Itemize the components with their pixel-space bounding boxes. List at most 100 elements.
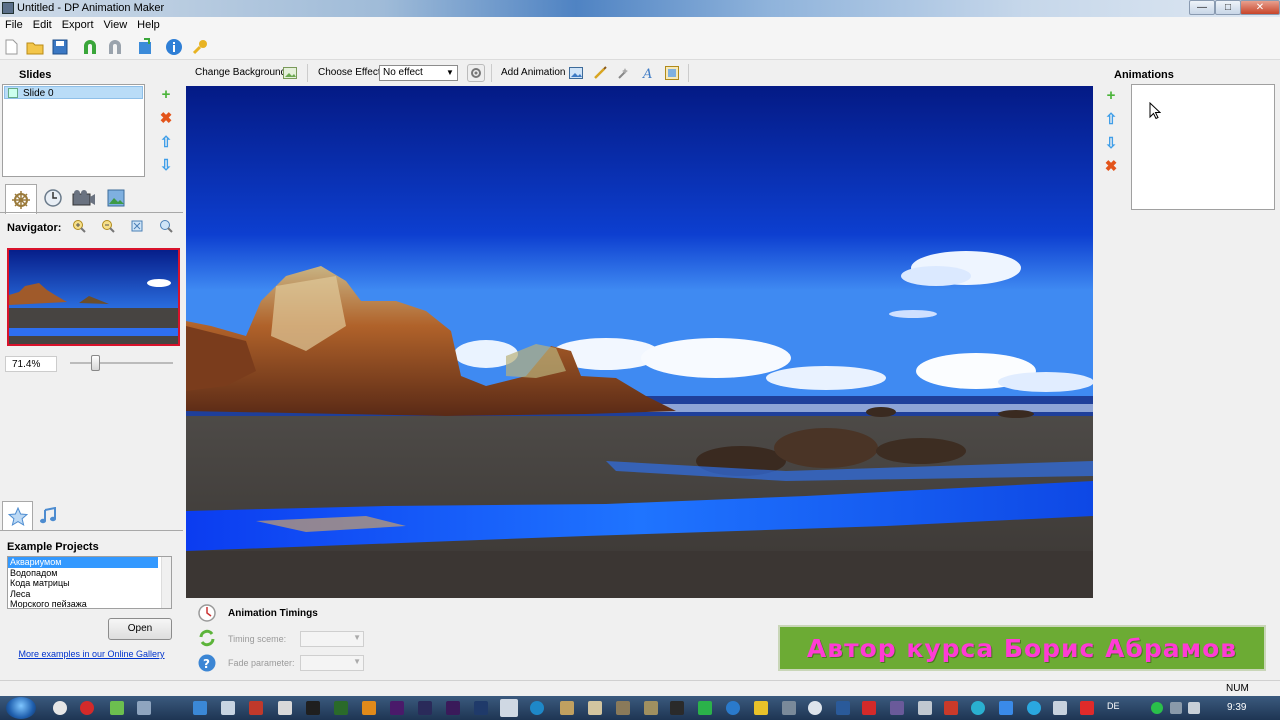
maximize-button[interactable]: □ <box>1215 0 1241 15</box>
text-icon[interactable]: A <box>640 65 656 81</box>
menu-view[interactable]: View <box>99 17 133 31</box>
taskbar-app-icon[interactable] <box>698 701 712 715</box>
save-icon[interactable] <box>50 37 70 57</box>
menu-edit[interactable]: Edit <box>28 17 57 31</box>
tray-icon[interactable] <box>1151 702 1163 714</box>
effect-settings-button[interactable] <box>467 64 485 82</box>
taskbar-app-icon[interactable] <box>249 701 263 715</box>
add-slide-button[interactable]: + <box>158 87 174 103</box>
info-icon[interactable] <box>164 37 184 57</box>
open-folder-icon[interactable] <box>25 37 45 57</box>
add-animation-button[interactable]: + <box>1103 88 1119 104</box>
add-image-icon[interactable] <box>568 65 584 81</box>
zoom-value[interactable]: 71.4% <box>5 356 57 372</box>
taskbar-app-icon[interactable] <box>944 701 958 715</box>
taskbar-app-icon[interactable] <box>644 701 658 715</box>
change-background-label[interactable]: Change Background <box>195 67 286 78</box>
taskbar-app-icon[interactable] <box>530 701 544 715</box>
background-image-icon[interactable] <box>282 65 298 81</box>
taskbar-app-icon[interactable] <box>971 701 985 715</box>
examples-scrollbar[interactable] <box>161 557 171 608</box>
taskbar-app-icon[interactable] <box>1080 701 1094 715</box>
new-file-icon[interactable] <box>1 37 21 57</box>
tab-timing[interactable] <box>38 184 68 212</box>
slide-canvas[interactable] <box>186 86 1093 598</box>
taskbar-active-app-icon[interactable] <box>500 699 518 717</box>
taskbar-app-icon[interactable] <box>137 701 151 715</box>
keyboard-language[interactable]: DE <box>1107 701 1120 711</box>
menu-export[interactable]: Export <box>57 17 99 31</box>
volume-icon[interactable] <box>1188 702 1200 714</box>
zoom-slider-track[interactable] <box>70 362 173 364</box>
taskbar-app-icon[interactable] <box>616 701 630 715</box>
taskbar-app-icon[interactable] <box>221 701 235 715</box>
zoom-out-icon[interactable] <box>101 219 115 233</box>
fade-parameter-select[interactable]: ▼ <box>300 655 364 671</box>
taskbar-app-icon[interactable] <box>726 701 740 715</box>
slide-item[interactable]: Slide 0 <box>4 86 143 99</box>
taskbar-app-icon[interactable] <box>890 701 904 715</box>
menu-help[interactable]: Help <box>132 17 165 31</box>
taskbar-app-icon[interactable] <box>474 701 488 715</box>
delete-animation-button[interactable]: ✖ <box>1103 159 1119 175</box>
taskbar-app-icon[interactable] <box>782 701 796 715</box>
taskbar-app-icon[interactable] <box>588 701 602 715</box>
example-projects-list[interactable]: Аквариумом Водопадом Кода матрицы Леса М… <box>7 556 172 609</box>
taskbar-app-icon[interactable] <box>278 701 292 715</box>
taskbar-app-icon[interactable] <box>1053 701 1067 715</box>
navigator-thumbnail[interactable] <box>7 248 180 346</box>
taskbar-app-icon[interactable] <box>862 701 876 715</box>
brush-icon[interactable] <box>592 65 608 81</box>
zoom-actual-icon[interactable] <box>159 219 173 233</box>
open-button[interactable]: Open <box>108 618 172 640</box>
system-clock[interactable]: 9:39 <box>1227 702 1246 713</box>
sprite-icon[interactable] <box>664 65 680 81</box>
timing-scene-select[interactable]: ▼ <box>300 631 364 647</box>
taskbar-app-icon[interactable] <box>670 701 684 715</box>
tab-music[interactable] <box>36 504 60 528</box>
key-icon[interactable] <box>190 37 210 57</box>
taskbar-app-icon[interactable] <box>53 701 67 715</box>
taskbar-app-icon[interactable] <box>808 701 822 715</box>
taskbar-app-icon[interactable] <box>999 701 1013 715</box>
tab-properties[interactable] <box>5 184 37 214</box>
taskbar-app-icon[interactable] <box>390 701 404 715</box>
effect-select[interactable]: No effect ▼ <box>379 65 458 81</box>
menu-file[interactable]: File <box>0 17 28 31</box>
taskbar-app-icon[interactable] <box>560 701 574 715</box>
zoom-fit-icon[interactable] <box>130 219 144 233</box>
online-gallery-link[interactable]: More examples in our Online Gallery <box>0 649 183 659</box>
redo-icon[interactable] <box>105 37 125 57</box>
zoom-slider-thumb[interactable] <box>91 355 100 371</box>
zoom-in-icon[interactable] <box>72 219 86 233</box>
list-item[interactable]: Леса <box>8 589 158 600</box>
help-icon[interactable]: ? <box>197 653 217 673</box>
minimize-button[interactable]: — <box>1189 0 1215 15</box>
close-button[interactable]: ✕ <box>1240 0 1280 15</box>
taskbar-app-icon[interactable] <box>193 701 207 715</box>
list-item[interactable]: Аквариумом <box>8 557 158 568</box>
move-slide-down-button[interactable]: ⇩ <box>158 158 174 174</box>
undo-icon[interactable] <box>80 37 100 57</box>
animations-list[interactable] <box>1131 84 1275 210</box>
list-item[interactable]: Кода матрицы <box>8 578 158 589</box>
network-icon[interactable] <box>1170 702 1182 714</box>
list-item[interactable]: Водопадом <box>8 568 158 579</box>
move-slide-up-button[interactable]: ⇧ <box>158 135 174 151</box>
taskbar-app-icon[interactable] <box>754 701 768 715</box>
taskbar-app-icon[interactable] <box>110 701 124 715</box>
move-animation-down-button[interactable]: ⇩ <box>1103 136 1119 152</box>
taskbar-app-icon[interactable] <box>1027 701 1041 715</box>
taskbar-app-icon[interactable] <box>918 701 932 715</box>
particles-icon[interactable] <box>616 65 632 81</box>
taskbar-app-icon[interactable] <box>362 701 376 715</box>
taskbar-app-icon[interactable] <box>306 701 320 715</box>
taskbar-app-icon[interactable] <box>836 701 850 715</box>
tab-image[interactable] <box>101 184 131 212</box>
taskbar-app-icon[interactable] <box>446 701 460 715</box>
slides-list[interactable]: Slide 0 <box>2 84 145 177</box>
taskbar-app-icon[interactable] <box>334 701 348 715</box>
delete-slide-button[interactable]: ✖ <box>158 111 174 127</box>
move-animation-up-button[interactable]: ⇧ <box>1103 112 1119 128</box>
tab-camera[interactable] <box>69 184 99 212</box>
